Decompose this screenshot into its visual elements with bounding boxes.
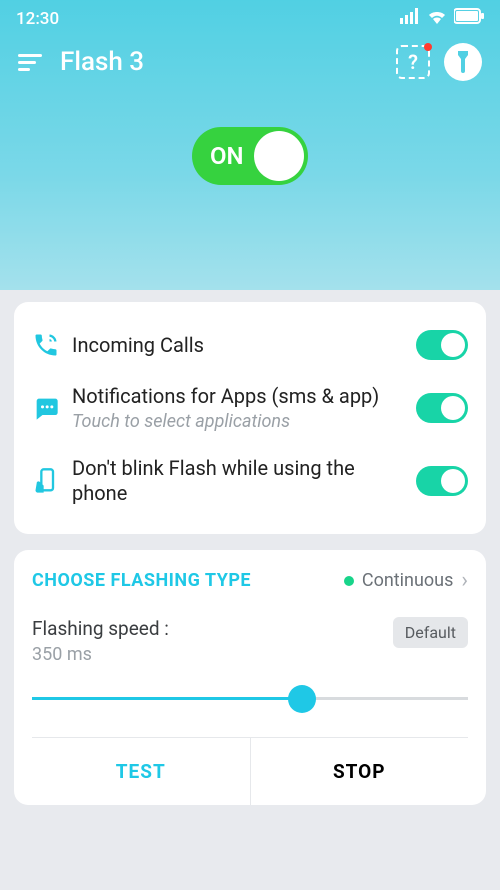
question-icon: ?	[408, 50, 418, 74]
flashing-card: CHOOSE FLASHING TYPE Continuous › Flashi…	[14, 550, 486, 805]
chevron-right-icon: ›	[461, 568, 468, 593]
toggle-notifications[interactable]	[416, 393, 468, 423]
speed-row: Flashing speed : 350 ms Default	[32, 617, 468, 665]
default-button[interactable]: Default	[393, 617, 468, 648]
flashlight-icon	[454, 51, 472, 73]
flashlight-button[interactable]	[444, 43, 482, 81]
chat-icon	[32, 394, 72, 422]
slider-thumb[interactable]	[288, 685, 316, 713]
app-title: Flash 3	[60, 47, 396, 77]
battery-icon	[454, 8, 484, 29]
help-button[interactable]: ?	[396, 45, 430, 79]
toggle-knob	[254, 131, 304, 181]
wifi-icon	[426, 8, 448, 29]
slider-fill	[32, 697, 302, 700]
flashing-type-label: CHOOSE FLASHING TYPE	[32, 570, 251, 591]
status-dot-icon	[344, 576, 354, 586]
app-bar: Flash 3 ?	[0, 33, 500, 91]
status-time: 12:30	[16, 9, 59, 29]
option-dont-blink[interactable]: Don't blink Flash while using the phone	[32, 444, 468, 518]
toggle-dont-blink[interactable]	[416, 466, 468, 496]
option-incoming-calls[interactable]: Incoming Calls	[32, 318, 468, 372]
phone-ring-icon	[32, 331, 72, 359]
option-label: Incoming Calls	[72, 333, 406, 358]
speed-slider[interactable]	[32, 679, 468, 719]
action-buttons: TEST STOP	[32, 737, 468, 805]
status-indicators	[400, 8, 484, 29]
option-label: Notifications for Apps (sms & app)	[72, 384, 406, 409]
options-card: Incoming Calls Notifications for Apps (s…	[14, 302, 486, 534]
flashing-type-value: Continuous	[362, 570, 454, 591]
app-header: 12:30 Flash 3 ? ON	[0, 0, 500, 290]
speed-label: Flashing speed :	[32, 617, 169, 640]
option-label: Don't blink Flash while using the phone	[72, 456, 406, 506]
master-toggle-label: ON	[210, 142, 244, 170]
speed-value: 350 ms	[32, 644, 169, 665]
master-toggle[interactable]: ON	[192, 127, 308, 185]
test-button[interactable]: TEST	[32, 738, 251, 805]
option-subtitle: Touch to select applications	[72, 411, 406, 432]
content: Incoming Calls Notifications for Apps (s…	[0, 290, 500, 805]
menu-icon[interactable]	[18, 54, 42, 71]
flashing-type-row[interactable]: CHOOSE FLASHING TYPE Continuous ›	[32, 568, 468, 613]
signal-icon	[400, 8, 420, 29]
option-notifications[interactable]: Notifications for Apps (sms & app) Touch…	[32, 372, 468, 444]
toggle-incoming-calls[interactable]	[416, 330, 468, 360]
stop-button[interactable]: STOP	[251, 738, 469, 805]
status-bar: 12:30	[0, 0, 500, 33]
phone-hand-icon	[32, 467, 72, 495]
